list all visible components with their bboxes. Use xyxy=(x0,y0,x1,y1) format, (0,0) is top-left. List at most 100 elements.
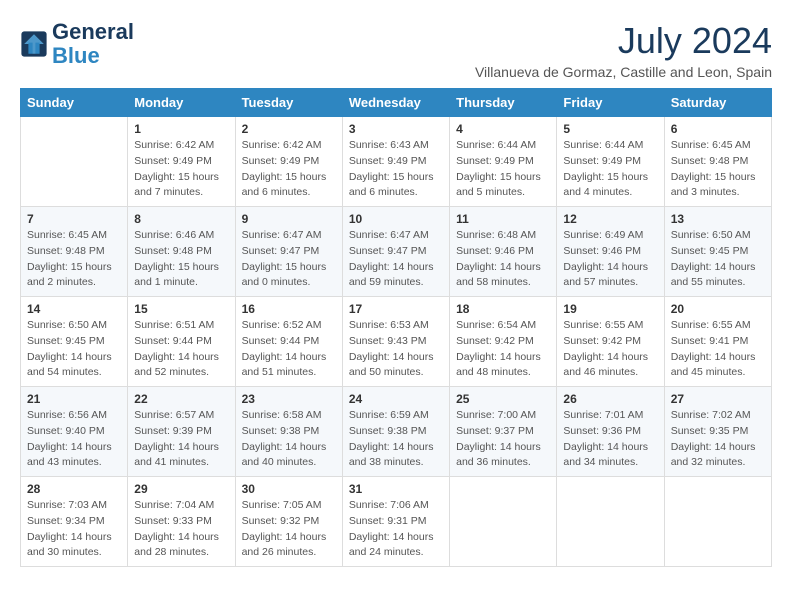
calendar-cell xyxy=(557,477,664,567)
day-info: Sunrise: 6:47 AMSunset: 9:47 PMDaylight:… xyxy=(242,228,336,291)
calendar-cell: 13Sunrise: 6:50 AMSunset: 9:45 PMDayligh… xyxy=(664,207,771,297)
weekday-header-wednesday: Wednesday xyxy=(342,89,449,117)
day-info: Sunrise: 6:42 AMSunset: 9:49 PMDaylight:… xyxy=(134,138,228,201)
day-info: Sunrise: 7:04 AMSunset: 9:33 PMDaylight:… xyxy=(134,498,228,561)
day-number: 29 xyxy=(134,482,228,496)
calendar-cell: 23 Sunrise: 6:58 AMSunset: 9:38 PMDayligh… xyxy=(235,387,342,477)
day-number: 6 xyxy=(671,122,765,136)
calendar-cell: 30 Sunrise: 7:05 AMSunset: 9:32 PMDayligh… xyxy=(235,477,342,567)
calendar-cell: 3 Sunrise: 6:43 AMSunset: 9:49 PMDaylight… xyxy=(342,117,449,207)
day-number: 27 xyxy=(671,392,765,406)
day-number: 12 xyxy=(563,212,657,226)
day-number: 20 xyxy=(671,302,765,316)
day-info: Sunrise: 6:55 AMSunset: 9:41 PMDaylight:… xyxy=(671,318,765,381)
day-info: Sunrise: 7:02 AMSunset: 9:35 PMDaylight:… xyxy=(671,408,765,471)
day-info: Sunrise: 6:45 AMSunset: 9:48 PMDaylight:… xyxy=(671,138,765,201)
calendar-week-row: 14 Sunrise: 6:50 AMSunset: 9:45 PMDayligh… xyxy=(21,297,772,387)
calendar-week-row: 1 Sunrise: 6:42 AMSunset: 9:49 PMDaylight… xyxy=(21,117,772,207)
calendar-cell: 2 Sunrise: 6:42 AMSunset: 9:49 PMDaylight… xyxy=(235,117,342,207)
calendar-cell: 22Sunrise: 6:57 AMSunset: 9:39 PMDayligh… xyxy=(128,387,235,477)
day-number: 14 xyxy=(27,302,121,316)
day-info: Sunrise: 6:44 AMSunset: 9:49 PMDaylight:… xyxy=(563,138,657,201)
calendar-cell: 24 Sunrise: 6:59 AMSunset: 9:38 PMDayligh… xyxy=(342,387,449,477)
day-info: Sunrise: 6:48 AMSunset: 9:46 PMDaylight:… xyxy=(456,228,550,291)
calendar-cell xyxy=(664,477,771,567)
day-info: Sunrise: 6:50 AMSunset: 9:45 PMDaylight:… xyxy=(27,318,121,381)
calendar-cell: 26 Sunrise: 7:01 AMSunset: 9:36 PMDayligh… xyxy=(557,387,664,477)
calendar-cell: 28Sunrise: 7:03 AMSunset: 9:34 PMDayligh… xyxy=(21,477,128,567)
calendar-cell: 17 Sunrise: 6:53 AMSunset: 9:43 PMDayligh… xyxy=(342,297,449,387)
day-number: 30 xyxy=(242,482,336,496)
day-number: 8 xyxy=(134,212,228,226)
day-info: Sunrise: 6:52 AMSunset: 9:44 PMDaylight:… xyxy=(242,318,336,381)
day-number: 11 xyxy=(456,212,550,226)
day-info: Sunrise: 6:43 AMSunset: 9:49 PMDaylight:… xyxy=(349,138,443,201)
day-number: 18 xyxy=(456,302,550,316)
day-info: Sunrise: 6:44 AMSunset: 9:49 PMDaylight:… xyxy=(456,138,550,201)
day-number: 31 xyxy=(349,482,443,496)
day-number: 19 xyxy=(563,302,657,316)
day-number: 1 xyxy=(134,122,228,136)
calendar-cell: 11 Sunrise: 6:48 AMSunset: 9:46 PMDayligh… xyxy=(450,207,557,297)
day-number: 15 xyxy=(134,302,228,316)
day-number: 10 xyxy=(349,212,443,226)
day-info: Sunrise: 6:53 AMSunset: 9:43 PMDaylight:… xyxy=(349,318,443,381)
weekday-header-saturday: Saturday xyxy=(664,89,771,117)
month-year-title: July 2024 xyxy=(475,20,772,62)
calendar-cell: 4 Sunrise: 6:44 AMSunset: 9:49 PMDaylight… xyxy=(450,117,557,207)
day-number: 17 xyxy=(349,302,443,316)
logo-icon xyxy=(20,30,48,58)
page-header: General Blue July 2024 Villanueva de Gor… xyxy=(20,20,772,80)
day-info: Sunrise: 6:55 AMSunset: 9:42 PMDaylight:… xyxy=(563,318,657,381)
calendar-cell: 18Sunrise: 6:54 AMSunset: 9:42 PMDayligh… xyxy=(450,297,557,387)
day-number: 3 xyxy=(349,122,443,136)
day-info: Sunrise: 6:58 AMSunset: 9:38 PMDaylight:… xyxy=(242,408,336,471)
calendar-cell: 20 Sunrise: 6:55 AMSunset: 9:41 PMDayligh… xyxy=(664,297,771,387)
weekday-header-thursday: Thursday xyxy=(450,89,557,117)
calendar-header-row: SundayMondayTuesdayWednesdayThursdayFrid… xyxy=(21,89,772,117)
day-info: Sunrise: 6:42 AMSunset: 9:49 PMDaylight:… xyxy=(242,138,336,201)
day-info: Sunrise: 7:00 AMSunset: 9:37 PMDaylight:… xyxy=(456,408,550,471)
calendar-cell: 5 Sunrise: 6:44 AMSunset: 9:49 PMDaylight… xyxy=(557,117,664,207)
day-number: 23 xyxy=(242,392,336,406)
calendar-cell: 10 Sunrise: 6:47 AMSunset: 9:47 PMDayligh… xyxy=(342,207,449,297)
day-number: 21 xyxy=(27,392,121,406)
day-info: Sunrise: 7:01 AMSunset: 9:36 PMDaylight:… xyxy=(563,408,657,471)
day-number: 28 xyxy=(27,482,121,496)
calendar-cell: 9 Sunrise: 6:47 AMSunset: 9:47 PMDaylight… xyxy=(235,207,342,297)
calendar-cell: 8Sunrise: 6:46 AMSunset: 9:48 PMDaylight… xyxy=(128,207,235,297)
day-number: 26 xyxy=(563,392,657,406)
calendar-cell: 14 Sunrise: 6:50 AMSunset: 9:45 PMDayligh… xyxy=(21,297,128,387)
day-number: 24 xyxy=(349,392,443,406)
day-info: Sunrise: 7:05 AMSunset: 9:32 PMDaylight:… xyxy=(242,498,336,561)
calendar-cell: 31Sunrise: 7:06 AMSunset: 9:31 PMDayligh… xyxy=(342,477,449,567)
calendar-cell: 27 Sunrise: 7:02 AMSunset: 9:35 PMDayligh… xyxy=(664,387,771,477)
day-info: Sunrise: 6:47 AMSunset: 9:47 PMDaylight:… xyxy=(349,228,443,291)
calendar-week-row: 28Sunrise: 7:03 AMSunset: 9:34 PMDayligh… xyxy=(21,477,772,567)
day-number: 5 xyxy=(563,122,657,136)
calendar-cell: 12 Sunrise: 6:49 AMSunset: 9:46 PMDayligh… xyxy=(557,207,664,297)
day-info: Sunrise: 6:45 AMSunset: 9:48 PMDaylight:… xyxy=(27,228,121,291)
weekday-header-friday: Friday xyxy=(557,89,664,117)
day-number: 25 xyxy=(456,392,550,406)
day-info: Sunrise: 6:59 AMSunset: 9:38 PMDaylight:… xyxy=(349,408,443,471)
calendar-cell: 29 Sunrise: 7:04 AMSunset: 9:33 PMDayligh… xyxy=(128,477,235,567)
weekday-header-sunday: Sunday xyxy=(21,89,128,117)
calendar-cell: 16Sunrise: 6:52 AMSunset: 9:44 PMDayligh… xyxy=(235,297,342,387)
calendar-cell xyxy=(21,117,128,207)
calendar-cell: 15 Sunrise: 6:51 AMSunset: 9:44 PMDayligh… xyxy=(128,297,235,387)
calendar-table: SundayMondayTuesdayWednesdayThursdayFrid… xyxy=(20,88,772,567)
location-text: Villanueva de Gormaz, Castille and Leon,… xyxy=(475,64,772,80)
day-number: 13 xyxy=(671,212,765,226)
calendar-cell: 6 Sunrise: 6:45 AMSunset: 9:48 PMDaylight… xyxy=(664,117,771,207)
calendar-cell: 25 Sunrise: 7:00 AMSunset: 9:37 PMDayligh… xyxy=(450,387,557,477)
day-number: 9 xyxy=(242,212,336,226)
logo-text: General Blue xyxy=(52,20,134,68)
day-info: Sunrise: 6:49 AMSunset: 9:46 PMDaylight:… xyxy=(563,228,657,291)
day-number: 4 xyxy=(456,122,550,136)
day-info: Sunrise: 6:56 AMSunset: 9:40 PMDaylight:… xyxy=(27,408,121,471)
calendar-cell xyxy=(450,477,557,567)
day-number: 2 xyxy=(242,122,336,136)
day-info: Sunrise: 6:51 AMSunset: 9:44 PMDaylight:… xyxy=(134,318,228,381)
day-number: 22 xyxy=(134,392,228,406)
